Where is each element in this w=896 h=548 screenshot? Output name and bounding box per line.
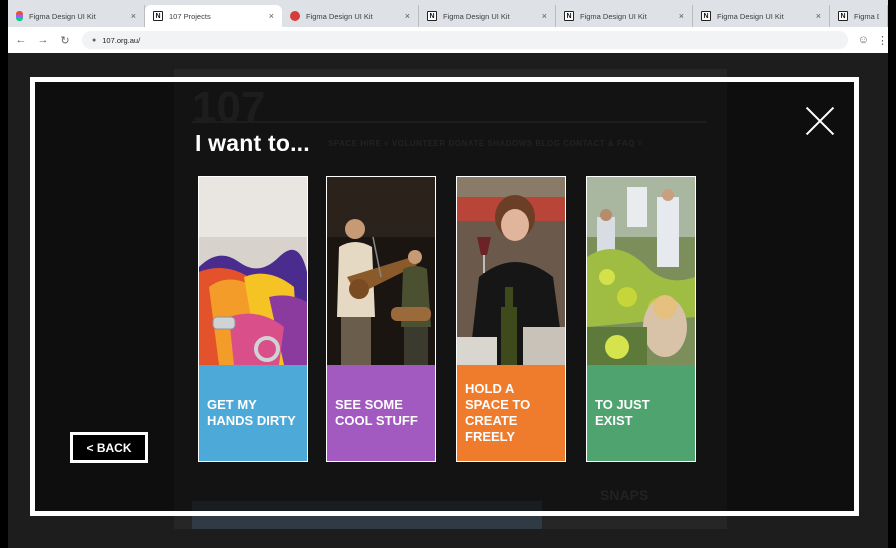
card-label: SEE SOME COOL STUFF — [327, 365, 435, 461]
close-tab-icon[interactable]: × — [405, 11, 410, 21]
back-button[interactable]: < BACK — [70, 432, 148, 463]
tab-title: Figma Design UI Kit — [580, 11, 647, 21]
back-arrow-icon[interactable]: ← — [12, 31, 30, 49]
figma-icon — [16, 11, 23, 21]
notion-icon: N — [701, 11, 711, 21]
tab-title: Figma De — [854, 11, 879, 21]
browser-window: Figma Design UI Kit × N 107 Projects × F… — [8, 0, 888, 548]
notion-icon: N — [153, 11, 163, 21]
card-get-my-hands-dirty[interactable]: GET MY HANDS DIRTY — [198, 176, 308, 462]
figma-red-icon — [290, 11, 300, 21]
tab-figma-4[interactable]: N Figma Design UI Kit × — [556, 5, 693, 27]
extension-icon[interactable]: ☺ — [858, 34, 869, 46]
page-viewport: 107 SPACE HIRE ˅ VOLUNTEER DONATE SHADOW… — [8, 53, 888, 548]
tab-title: Figma Design UI Kit — [306, 11, 373, 21]
close-tab-icon[interactable]: × — [679, 11, 684, 21]
tab-figma-6[interactable]: N Figma De — [830, 5, 888, 27]
close-tab-icon[interactable]: × — [131, 11, 136, 21]
tab-title: Figma Design UI Kit — [29, 11, 96, 21]
menu-dots-icon[interactable]: ⋮ — [877, 34, 888, 47]
card-label: HOLD A SPACE TO CREATE FREELY — [457, 365, 565, 461]
craft-photo — [199, 177, 307, 365]
url-input[interactable]: ● 107.org.au/ — [82, 31, 848, 49]
tab-figma-5[interactable]: N Figma Design UI Kit × — [693, 5, 830, 27]
tab-figma-1[interactable]: Figma Design UI Kit × — [8, 5, 145, 27]
tab-title: Figma Design UI Kit — [443, 11, 510, 21]
reload-icon[interactable]: ↻ — [56, 31, 74, 49]
intent-modal: I want to... GET MY HANDS DIRTY SEE SOME… — [30, 77, 859, 516]
notion-icon: N — [564, 11, 574, 21]
garden-photo — [587, 177, 695, 365]
address-bar: ← → ↻ ● 107.org.au/ ☺ ⋮ — [8, 27, 888, 53]
lock-icon: ● — [92, 36, 97, 44]
modal-heading: I want to... — [195, 130, 310, 156]
tab-strip: Figma Design UI Kit × N 107 Projects × F… — [8, 0, 888, 27]
tab-107-projects[interactable]: N 107 Projects × — [145, 5, 282, 27]
tab-title: 107 Projects — [169, 11, 211, 21]
close-tab-icon[interactable]: × — [542, 11, 547, 21]
notion-icon: N — [427, 11, 437, 21]
card-hold-a-space[interactable]: HOLD A SPACE TO CREATE FREELY — [456, 176, 566, 462]
close-tab-icon[interactable]: × — [816, 11, 821, 21]
notion-icon: N — [838, 11, 848, 21]
concert-photo — [327, 177, 435, 365]
tab-figma-3[interactable]: N Figma Design UI Kit × — [419, 5, 556, 27]
tab-figma-2[interactable]: Figma Design UI Kit × — [282, 5, 419, 27]
card-label: TO JUST EXIST — [587, 365, 695, 461]
card-to-just-exist[interactable]: TO JUST EXIST — [586, 176, 696, 462]
url-text: 107.org.au/ — [102, 35, 141, 45]
close-tab-icon[interactable]: × — [269, 11, 274, 21]
forward-arrow-icon[interactable]: → — [34, 31, 52, 49]
wine-photo — [457, 177, 565, 365]
card-see-some-cool-stuff[interactable]: SEE SOME COOL STUFF — [326, 176, 436, 462]
close-icon[interactable] — [805, 106, 835, 136]
tab-title: Figma Design UI Kit — [717, 11, 784, 21]
card-label: GET MY HANDS DIRTY — [199, 365, 307, 461]
